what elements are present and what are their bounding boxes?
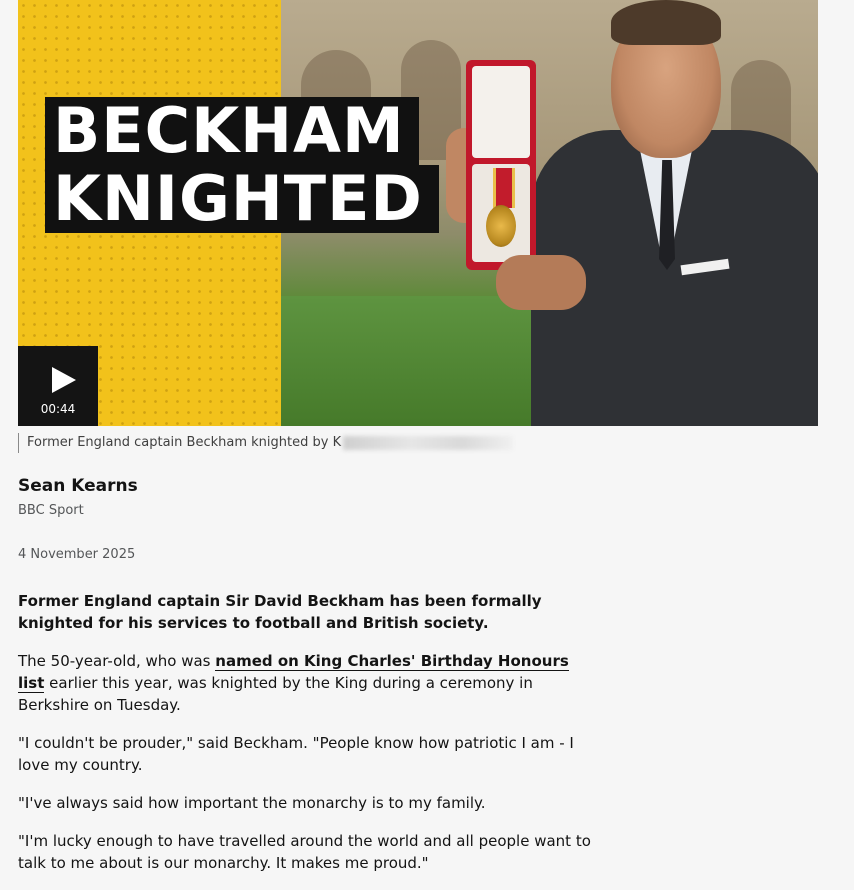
article-lead: Former England captain Sir David Beckham… (18, 592, 542, 632)
knighthood-medal (486, 205, 516, 247)
medal-ribbon (493, 168, 515, 208)
video-player[interactable]: BECKHAM KNIGHTED 00:44 (18, 0, 818, 426)
article-paragraph: "I couldn't be prouder," said Beckham. "… (18, 734, 574, 774)
article-body: Former England captain Sir David Beckham… (18, 590, 598, 890)
article-text: The 50-year-old, who was (18, 652, 216, 670)
video-caption-text: Former England captain Beckham knighted … (27, 435, 342, 450)
author-org: BBC Sport (18, 503, 84, 518)
headline-line-2: KNIGHTED (45, 165, 439, 233)
play-button[interactable]: 00:44 (18, 346, 98, 426)
author-name: Sean Kearns (18, 476, 138, 496)
thumbnail-headline: BECKHAM KNIGHTED (45, 97, 439, 233)
person-tattooed-hand (496, 255, 586, 310)
video-duration: 00:44 (40, 402, 76, 416)
publish-date: 4 November 2025 (18, 547, 136, 562)
article-paragraph: "I've always said how important the mona… (18, 794, 486, 812)
caption-overflow-fade (343, 435, 514, 450)
article-paragraph: "I'm lucky enough to have travelled arou… (18, 832, 591, 872)
headline-line-1: BECKHAM (45, 97, 419, 165)
article-text: earlier this year, was knighted by the K… (18, 674, 533, 714)
medal-case (466, 60, 536, 270)
person-hair (611, 0, 721, 45)
article-paragraph: The 50-year-old, who was named on King C… (18, 650, 598, 716)
play-icon (52, 367, 76, 393)
medal-case-lid (472, 66, 530, 158)
video-caption: Former England captain Beckham knighted … (18, 433, 514, 453)
